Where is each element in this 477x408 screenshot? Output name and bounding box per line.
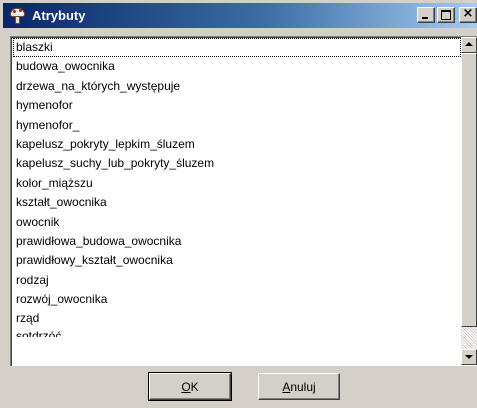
list-item[interactable]: kolor_miąższu	[13, 174, 461, 193]
list-item[interactable]: prawidłowa_budowa_owocnika	[13, 232, 461, 251]
list-item[interactable]: drzewa_na_których_występuje	[13, 77, 461, 96]
list-item[interactable]: rząd	[13, 309, 461, 328]
vertical-scrollbar[interactable]	[461, 37, 477, 365]
scroll-up-button[interactable]	[461, 37, 477, 53]
list-item[interactable]: rodzaj	[13, 271, 461, 290]
minimize-button[interactable]	[417, 7, 435, 23]
list-item[interactable]: budowa_owocnika	[13, 57, 461, 76]
list-item[interactable]: kapelusz_suchy_lub_pokryty_śluzem	[13, 154, 461, 173]
maximize-button[interactable]	[437, 7, 455, 23]
ok-label-rest: K	[190, 379, 199, 394]
attributes-list: blaszki budowa_owocnika drzewa_na_których_…	[13, 38, 461, 337]
cancel-label-rest: nuluj	[290, 379, 316, 394]
close-icon: ×	[462, 6, 474, 21]
attributes-listbox[interactable]: blaszki budowa_owocnika drzewa_na_których_…	[10, 36, 477, 366]
ok-accel-letter: O	[181, 379, 191, 394]
ok-button[interactable]: OK	[148, 372, 232, 401]
atrybuty-dialog: Atrybuty × blaszki budowa_owocnika drzewa_…	[0, 0, 477, 408]
cancel-button[interactable]: Anuluj	[258, 373, 340, 400]
list-item[interactable]: kapelusz_pokryty_lepkim_śluzem	[13, 135, 461, 154]
list-item[interactable]: kształt_owocnika	[13, 193, 461, 212]
cancel-accel-letter: A	[282, 379, 291, 394]
list-item[interactable]: hymenofor_	[13, 116, 461, 135]
window-title: Atrybuty	[32, 8, 86, 23]
window-controls: ×	[417, 6, 477, 23]
list-item[interactable]: prawidłowy_kształt_owocnika	[13, 251, 461, 270]
close-button[interactable]: ×	[459, 6, 477, 23]
list-item[interactable]: blaszki	[13, 38, 461, 58]
list-item[interactable]: sotdrzóć	[13, 329, 461, 337]
list-item[interactable]: owocnik	[13, 213, 461, 232]
mushroom-icon	[9, 7, 27, 25]
scroll-thumb[interactable]	[461, 53, 477, 327]
list-item[interactable]: rozwój_owocnika	[13, 290, 461, 309]
list-item[interactable]: hymenofor	[13, 96, 461, 115]
title-bar[interactable]: Atrybuty ×	[3, 3, 477, 28]
scroll-down-button[interactable]	[461, 349, 477, 365]
